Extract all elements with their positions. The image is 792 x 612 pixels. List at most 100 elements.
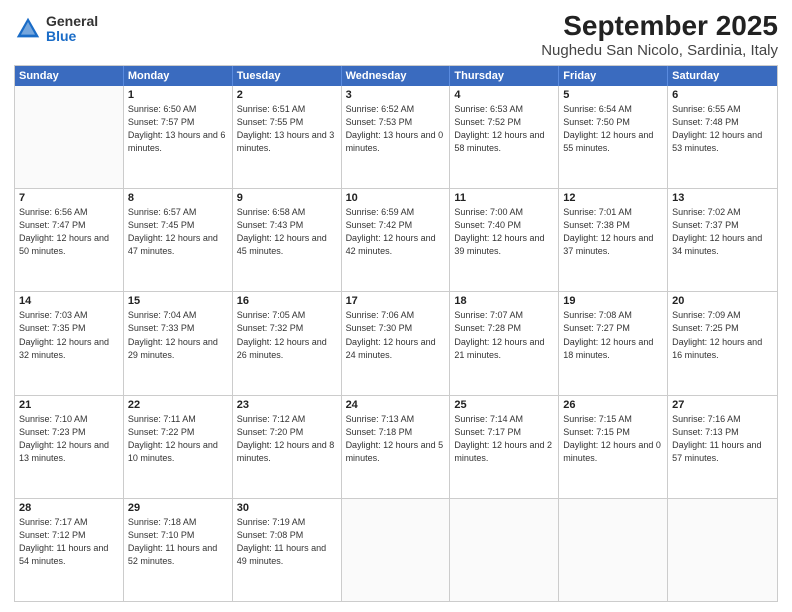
sun-info: Sunrise: 7:01 AM Sunset: 7:38 PM Dayligh… [563,206,663,258]
sun-info: Sunrise: 6:56 AM Sunset: 7:47 PM Dayligh… [19,206,119,258]
cal-cell: 2 Sunrise: 6:51 AM Sunset: 7:55 PM Daylig… [233,86,342,188]
week-row-1: 1Sunrise: 6:50 AM Sunset: 7:57 PM Daylig… [15,86,777,188]
page-title: September 2025 [541,10,778,42]
day-of-week-sunday: Sunday [15,66,124,86]
sun-info: Sunrise: 7:10 AM Sunset: 7:23 PM Dayligh… [19,413,119,465]
day-number: 15 [128,295,228,307]
cal-cell [559,499,668,601]
sun-info: Sunrise: 7:17 AM Sunset: 7:12 PM Dayligh… [19,516,119,568]
cal-cell [15,86,124,188]
cal-cell [342,499,451,601]
sun-info: Sunrise: 7:06 AM Sunset: 7:30 PM Dayligh… [346,309,446,361]
cal-cell: 15 Sunrise: 7:04 AM Sunset: 7:33 PM Dayli… [124,292,233,394]
cal-cell: 9Sunrise: 6:58 AM Sunset: 7:43 PM Daylig… [233,189,342,291]
day-number: 25 [454,399,554,411]
sun-info: Sunrise: 7:18 AM Sunset: 7:10 PM Dayligh… [128,516,228,568]
day-number: 7 [19,192,119,204]
cal-cell: 8 Sunrise: 6:57 AM Sunset: 7:45 PM Daylig… [124,189,233,291]
cal-cell: 13 Sunrise: 7:02 AM Sunset: 7:37 PM Dayli… [668,189,777,291]
day-number: 2 [237,89,337,101]
sun-info: Sunrise: 6:59 AM Sunset: 7:42 PM Dayligh… [346,206,446,258]
day-of-week-thursday: Thursday [450,66,559,86]
page-subtitle: Nughedu San Nicolo, Sardinia, Italy [541,42,778,59]
cal-cell: 14 Sunrise: 7:03 AM Sunset: 7:35 PM Dayli… [15,292,124,394]
logo-icon [14,15,42,43]
cal-cell: 24 Sunrise: 7:13 AM Sunset: 7:18 PM Dayli… [342,396,451,498]
cal-cell: 20Sunrise: 7:09 AM Sunset: 7:25 PM Dayli… [668,292,777,394]
cal-cell [668,499,777,601]
day-number: 23 [237,399,337,411]
day-number: 16 [237,295,337,307]
day-number: 19 [563,295,663,307]
cal-cell: 26Sunrise: 7:15 AM Sunset: 7:15 PM Dayli… [559,396,668,498]
sun-info: Sunrise: 7:05 AM Sunset: 7:32 PM Dayligh… [237,309,337,361]
cal-cell: 16 Sunrise: 7:05 AM Sunset: 7:32 PM Dayli… [233,292,342,394]
day-number: 5 [563,89,663,101]
day-number: 4 [454,89,554,101]
sun-info: Sunrise: 6:53 AM Sunset: 7:52 PM Dayligh… [454,103,554,155]
week-row-5: 28 Sunrise: 7:17 AM Sunset: 7:12 PM Dayli… [15,498,777,601]
sun-info: Sunrise: 7:12 AM Sunset: 7:20 PM Dayligh… [237,413,337,465]
cal-cell: 28 Sunrise: 7:17 AM Sunset: 7:12 PM Dayli… [15,499,124,601]
cal-cell: 22Sunrise: 7:11 AM Sunset: 7:22 PM Dayli… [124,396,233,498]
day-number: 8 [128,192,228,204]
cal-cell [450,499,559,601]
header: General Blue September 2025 Nughedu San … [14,10,778,59]
calendar: SundayMondayTuesdayWednesdayThursdayFrid… [14,65,778,602]
sun-info: Sunrise: 6:52 AM Sunset: 7:53 PM Dayligh… [346,103,446,155]
sun-info: Sunrise: 7:07 AM Sunset: 7:28 PM Dayligh… [454,309,554,361]
day-number: 30 [237,502,337,514]
sun-info: Sunrise: 6:51 AM Sunset: 7:55 PM Dayligh… [237,103,337,155]
cal-cell: 11Sunrise: 7:00 AM Sunset: 7:40 PM Dayli… [450,189,559,291]
day-number: 18 [454,295,554,307]
day-of-week-monday: Monday [124,66,233,86]
cal-cell: 10Sunrise: 6:59 AM Sunset: 7:42 PM Dayli… [342,189,451,291]
day-of-week-tuesday: Tuesday [233,66,342,86]
sun-info: Sunrise: 7:02 AM Sunset: 7:37 PM Dayligh… [672,206,773,258]
sun-info: Sunrise: 7:08 AM Sunset: 7:27 PM Dayligh… [563,309,663,361]
week-row-4: 21 Sunrise: 7:10 AM Sunset: 7:23 PM Dayli… [15,395,777,498]
day-number: 21 [19,399,119,411]
sun-info: Sunrise: 7:11 AM Sunset: 7:22 PM Dayligh… [128,413,228,465]
sun-info: Sunrise: 7:03 AM Sunset: 7:35 PM Dayligh… [19,309,119,361]
cal-cell: 29Sunrise: 7:18 AM Sunset: 7:10 PM Dayli… [124,499,233,601]
day-number: 12 [563,192,663,204]
sun-info: Sunrise: 7:09 AM Sunset: 7:25 PM Dayligh… [672,309,773,361]
cal-cell: 7 Sunrise: 6:56 AM Sunset: 7:47 PM Daylig… [15,189,124,291]
day-of-week-saturday: Saturday [668,66,777,86]
cal-cell: 12 Sunrise: 7:01 AM Sunset: 7:38 PM Dayli… [559,189,668,291]
sun-info: Sunrise: 7:19 AM Sunset: 7:08 PM Dayligh… [237,516,337,568]
day-number: 24 [346,399,446,411]
cal-cell: 4 Sunrise: 6:53 AM Sunset: 7:52 PM Daylig… [450,86,559,188]
page: General Blue September 2025 Nughedu San … [0,0,792,612]
cal-cell: 19 Sunrise: 7:08 AM Sunset: 7:27 PM Dayli… [559,292,668,394]
cal-cell: 18 Sunrise: 7:07 AM Sunset: 7:28 PM Dayli… [450,292,559,394]
logo-general: General [46,14,98,29]
cal-cell: 23 Sunrise: 7:12 AM Sunset: 7:20 PM Dayli… [233,396,342,498]
sun-info: Sunrise: 6:57 AM Sunset: 7:45 PM Dayligh… [128,206,228,258]
cal-cell: 30 Sunrise: 7:19 AM Sunset: 7:08 PM Dayli… [233,499,342,601]
sun-info: Sunrise: 7:15 AM Sunset: 7:15 PM Dayligh… [563,413,663,465]
sun-info: Sunrise: 6:55 AM Sunset: 7:48 PM Dayligh… [672,103,773,155]
cal-cell: 27Sunrise: 7:16 AM Sunset: 7:13 PM Dayli… [668,396,777,498]
day-number: 13 [672,192,773,204]
day-number: 1 [128,89,228,101]
day-number: 14 [19,295,119,307]
cal-cell: 6 Sunrise: 6:55 AM Sunset: 7:48 PM Daylig… [668,86,777,188]
logo: General Blue [14,14,98,45]
day-number: 3 [346,89,446,101]
sun-info: Sunrise: 7:13 AM Sunset: 7:18 PM Dayligh… [346,413,446,465]
day-of-week-wednesday: Wednesday [342,66,451,86]
title-block: September 2025 Nughedu San Nicolo, Sardi… [541,10,778,59]
sun-info: Sunrise: 6:58 AM Sunset: 7:43 PM Dayligh… [237,206,337,258]
day-number: 28 [19,502,119,514]
sun-info: Sunrise: 7:04 AM Sunset: 7:33 PM Dayligh… [128,309,228,361]
logo-text: General Blue [46,14,98,45]
day-number: 11 [454,192,554,204]
day-number: 27 [672,399,773,411]
day-number: 6 [672,89,773,101]
day-number: 17 [346,295,446,307]
cal-cell: 21 Sunrise: 7:10 AM Sunset: 7:23 PM Dayli… [15,396,124,498]
week-row-2: 7 Sunrise: 6:56 AM Sunset: 7:47 PM Daylig… [15,188,777,291]
cal-cell: 1Sunrise: 6:50 AM Sunset: 7:57 PM Daylig… [124,86,233,188]
